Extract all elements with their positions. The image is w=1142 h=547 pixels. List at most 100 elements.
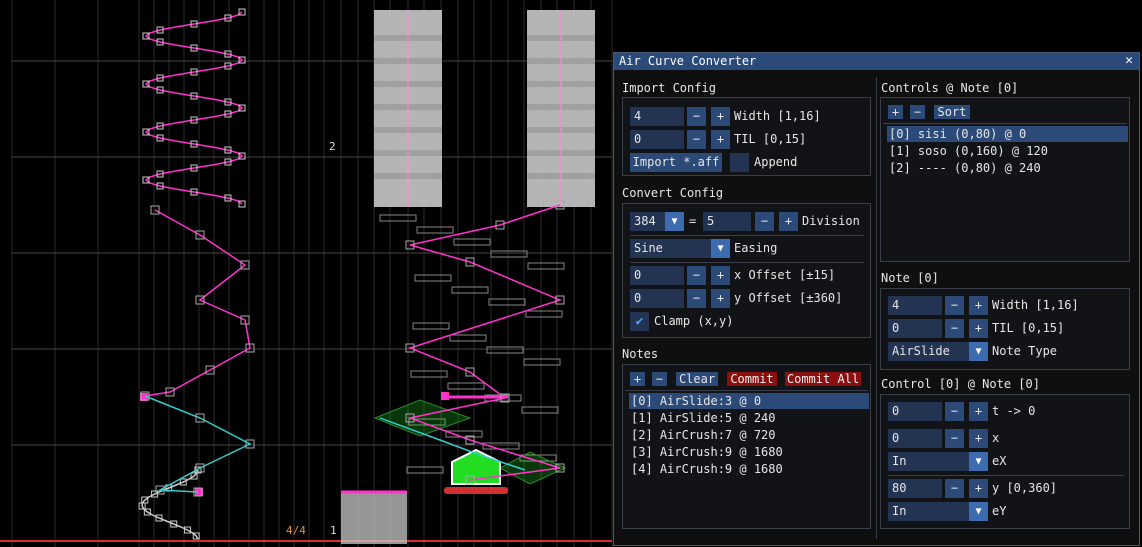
division-input[interactable]: 5 [703, 212, 751, 231]
slide-segment [521, 406, 559, 414]
slide-segment [406, 466, 444, 474]
import-width-input[interactable]: 4 [630, 107, 684, 126]
column-separator[interactable] [876, 77, 877, 539]
append-checkbox[interactable] [730, 153, 749, 172]
notes-add-button[interactable]: + [630, 372, 645, 386]
close-icon[interactable]: ✕ [1125, 53, 1133, 68]
air-curve-converter-window[interactable]: Air Curve Converter ✕ Import Config 4 − … [613, 52, 1140, 546]
divider [630, 235, 864, 236]
slide-segment [486, 346, 524, 354]
easing-value: Sine [634, 241, 663, 255]
control-y-plus-button[interactable]: + [969, 479, 988, 498]
x-offset-input[interactable]: 0 [630, 266, 684, 285]
notes-remove-button[interactable]: − [652, 372, 667, 386]
y-offset-input[interactable]: 0 [630, 289, 684, 308]
convert-config-panel: 384 ▼ = 5 − + Division Sine ▼ Easing 0 −… [622, 203, 871, 338]
note-header: Note [0] [881, 271, 939, 285]
division-plus-button[interactable]: + [779, 212, 798, 231]
control-ey-select[interactable]: In ▼ [888, 502, 988, 521]
window-titlebar[interactable]: Air Curve Converter ✕ [614, 53, 1139, 70]
list-item[interactable]: [1] soso (0,160) @ 120 [887, 143, 1048, 159]
list-item[interactable]: [0] AirSlide:3 @ 0 [629, 393, 869, 409]
control-t-input[interactable]: 0 [888, 402, 942, 421]
control-t-minus-button[interactable]: − [945, 402, 964, 421]
controls-remove-button[interactable]: − [910, 105, 925, 119]
list-item[interactable]: [3] AirCrush:9 @ 1680 [629, 444, 783, 460]
division-label: Division [802, 214, 860, 228]
x-offset-minus-button[interactable]: − [687, 266, 706, 285]
control-ey-value: In [892, 504, 907, 518]
control-x-plus-button[interactable]: + [969, 429, 988, 448]
tap-note [341, 492, 407, 544]
control-ex-label: eX [992, 454, 1007, 468]
control-header: Control [0] @ Note [0] [881, 377, 1040, 391]
control-y-minus-button[interactable]: − [945, 479, 964, 498]
note-width-minus-button[interactable]: − [945, 296, 964, 315]
easing-select[interactable]: Sine ▼ [630, 239, 730, 258]
notes-panel: + − Clear Commit Commit All [0] AirSlide… [622, 364, 871, 529]
easing-label: Easing [734, 241, 778, 255]
notes-clear-button[interactable]: Clear [676, 372, 718, 386]
control-t-plus-button[interactable]: + [969, 402, 988, 421]
note-type-select[interactable]: AirSlide ▼ [888, 342, 988, 361]
controls-header: Controls @ Note [0] [881, 81, 1019, 95]
note-til-minus-button[interactable]: − [945, 319, 964, 338]
list-item[interactable]: [2] ---- (0,80) @ 240 [887, 160, 1041, 176]
list-item[interactable]: [4] AirCrush:9 @ 1680 [629, 461, 783, 477]
slide-segment [523, 358, 561, 366]
commit-button[interactable]: Commit [727, 372, 777, 386]
chart-editor-canvas[interactable]: 2 4/4 1 [0, 0, 614, 547]
import-width-plus-button[interactable]: + [711, 107, 730, 126]
control-x-input[interactable]: 0 [888, 429, 942, 448]
commit-all-button[interactable]: Commit All [785, 372, 861, 386]
x-offset-label: x Offset [±15] [734, 268, 836, 282]
note-til-input[interactable]: 0 [888, 319, 942, 338]
list-item[interactable]: [2] AirCrush:7 @ 720 [629, 427, 776, 443]
note-width-input[interactable]: 4 [888, 296, 942, 315]
import-til-label: TIL [0,15] [734, 132, 807, 146]
note-panel: 4 − + Width [1,16] 0 − + TIL [0,15] AirS… [880, 288, 1130, 370]
control-y-input[interactable]: 80 [888, 479, 942, 498]
y-offset-minus-button[interactable]: − [687, 289, 706, 308]
editor-grid [0, 0, 613, 547]
chevron-down-icon: ▼ [711, 239, 730, 258]
bar-number: 1 [330, 524, 337, 537]
division-minus-button[interactable]: − [755, 212, 774, 231]
divider [888, 475, 1124, 476]
note-til-label: TIL [0,15] [992, 321, 1065, 335]
division-base-select[interactable]: 384 ▼ [630, 212, 684, 231]
air-curves [138, 8, 565, 540]
y-offset-plus-button[interactable]: + [711, 289, 730, 308]
control-x-minus-button[interactable]: − [945, 429, 964, 448]
x-offset-plus-button[interactable]: + [711, 266, 730, 285]
controls-add-button[interactable]: + [888, 105, 903, 119]
import-til-input[interactable]: 0 [630, 130, 684, 149]
import-width-label: Width [1,16] [734, 109, 821, 123]
slide-segment [527, 262, 565, 270]
control-ex-select[interactable]: In ▼ [888, 452, 988, 471]
controls-sort-button[interactable]: Sort [934, 105, 970, 119]
control-t-label: t -> 0 [992, 404, 1036, 418]
import-til-minus-button[interactable]: − [687, 130, 706, 149]
note-til-plus-button[interactable]: + [969, 319, 988, 338]
note-width-plus-button[interactable]: + [969, 296, 988, 315]
slide-segment [451, 286, 489, 294]
list-item[interactable]: [1] AirSlide:5 @ 240 [629, 410, 776, 426]
note-width-label: Width [1,16] [992, 298, 1079, 312]
control-x-label: x [992, 431, 1000, 445]
air-curve [144, 11, 244, 205]
list-item[interactable]: [0] sisi (0,80) @ 0 [887, 126, 1128, 142]
divider [630, 262, 864, 263]
clamp-checkbox[interactable]: ✔ [630, 312, 649, 331]
measure-number: 2 [329, 140, 336, 153]
convert-config-header: Convert Config [622, 186, 724, 200]
note-type-value: AirSlide [892, 344, 950, 358]
import-width-minus-button[interactable]: − [687, 107, 706, 126]
import-til-plus-button[interactable]: + [711, 130, 730, 149]
slide-segment [412, 322, 450, 330]
control-y-label: y [0,360] [992, 481, 1058, 495]
import-aff-button[interactable]: Import *.aff [630, 153, 722, 172]
equals-sign: = [689, 214, 697, 228]
chevron-down-icon: ▼ [665, 212, 684, 231]
divider [883, 123, 1127, 124]
